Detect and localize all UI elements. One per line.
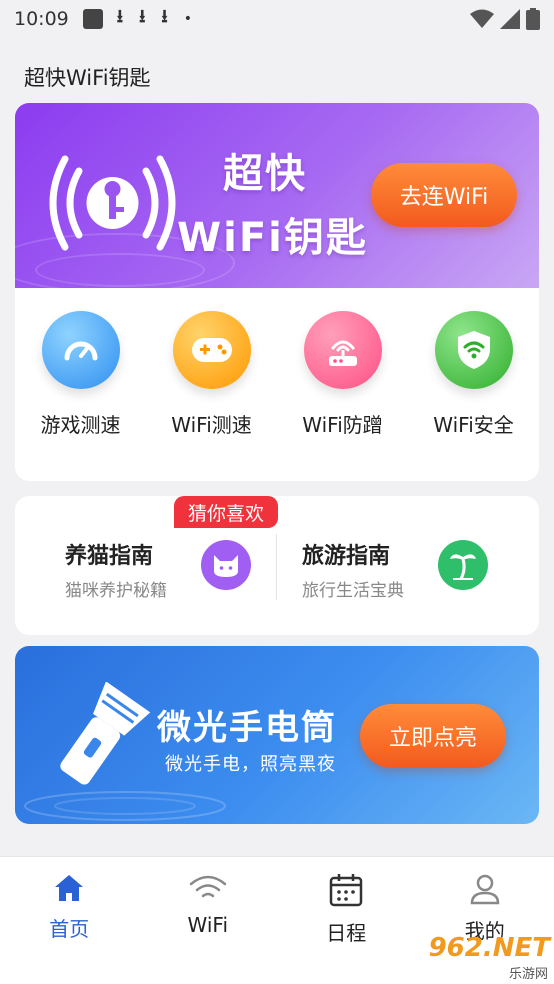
connect-wifi-button[interactable]: 去连WiFi <box>371 163 517 227</box>
flashlight-icon <box>60 682 151 785</box>
download-icon: ⭳ <box>161 6 168 27</box>
flashlight-subtitle: 微光手电，照亮黑夜 <box>165 754 336 775</box>
recommend-item-cat[interactable]: 养猫指南 猫咪养护秘籍 <box>65 538 167 601</box>
tool-label: WiFi防蹭 <box>302 413 383 437</box>
download-icon: ⭳ <box>139 6 146 27</box>
watermark-logo: 962.NET 乐游网 <box>414 932 550 982</box>
nav-home[interactable]: 首页 <box>0 857 139 984</box>
tools-grid: 游戏测速 WiFi测速 WiFi防蹭 WiFi安全 <box>15 311 539 461</box>
cell-signal-icon <box>500 9 520 29</box>
status-time: 10:09 <box>14 8 69 30</box>
nav-schedule[interactable]: 日程 <box>277 857 416 984</box>
recommend-title: 旅游指南 <box>302 544 391 569</box>
flashlight-title: 微光手电筒 <box>157 708 337 748</box>
more-notifications-dot: • <box>183 11 192 27</box>
cat-icon <box>201 540 251 590</box>
status-bar: 10:09 ⭳ ⭳ ⭳ • <box>0 0 554 38</box>
flashlight-banner[interactable]: 微光手电筒 微光手电，照亮黑夜 立即点亮 <box>15 646 539 824</box>
tool-wifi-speed[interactable]: WiFi测速 <box>146 311 277 461</box>
recommend-card: 猜你喜欢 养猫指南 猫咪养护秘籍 旅游指南 旅行生活宝典 <box>15 496 539 635</box>
calendar-icon <box>330 874 363 907</box>
watermark-sub: 乐游网 <box>506 962 550 982</box>
home-icon <box>55 875 84 901</box>
wifi-key-logo-icon <box>49 155 176 251</box>
recommend-title: 养猫指南 <box>65 544 154 569</box>
recommend-item-travel[interactable]: 旅游指南 旅行生活宝典 <box>302 538 404 601</box>
recommend-badge: 猜你喜欢 <box>174 496 278 528</box>
battery-icon <box>526 8 540 30</box>
tool-wifi-security[interactable]: WiFi安全 <box>408 311 539 461</box>
recommend-subtitle: 猫咪养护秘籍 <box>65 581 167 601</box>
nav-label: WiFi <box>187 913 229 937</box>
speedometer-icon <box>41 311 120 389</box>
nav-label: 首页 <box>49 917 90 941</box>
hero-title-line2: WiFi钥匙 <box>177 215 368 261</box>
watermark-main: 962.NET <box>428 932 550 963</box>
download-icon: ⭳ <box>116 6 124 27</box>
palm-tree-icon <box>438 540 488 590</box>
divider <box>276 534 277 600</box>
tool-wifi-guard[interactable]: WiFi防蹭 <box>277 311 408 461</box>
page-title: 超快WiFi钥匙 <box>24 66 151 90</box>
hero-banner[interactable]: 超快 WiFi钥匙 去连WiFi <box>15 103 539 288</box>
gamepad-icon <box>172 311 251 389</box>
tool-game-speed[interactable]: 游戏测速 <box>15 311 146 461</box>
recommend-subtitle: 旅行生活宝典 <box>302 581 404 601</box>
tool-label: WiFi安全 <box>433 413 514 437</box>
shield-wifi-icon <box>434 311 513 389</box>
light-up-button[interactable]: 立即点亮 <box>360 704 506 768</box>
top-card: 超快 WiFi钥匙 去连WiFi 游戏测速 WiFi测速 WiFi防蹭 WiFi… <box>15 103 539 481</box>
notification-app-icon <box>82 9 103 29</box>
nav-label: 日程 <box>326 921 367 945</box>
tool-label: 游戏测速 <box>40 413 121 437</box>
user-icon <box>470 874 500 905</box>
tool-label: WiFi测速 <box>171 413 252 437</box>
wifi-signal-icon <box>470 9 494 28</box>
nav-wifi[interactable]: WiFi <box>139 857 278 984</box>
wifi-icon <box>189 875 226 898</box>
hero-title-line1: 超快 <box>223 151 307 197</box>
router-icon <box>303 311 382 389</box>
